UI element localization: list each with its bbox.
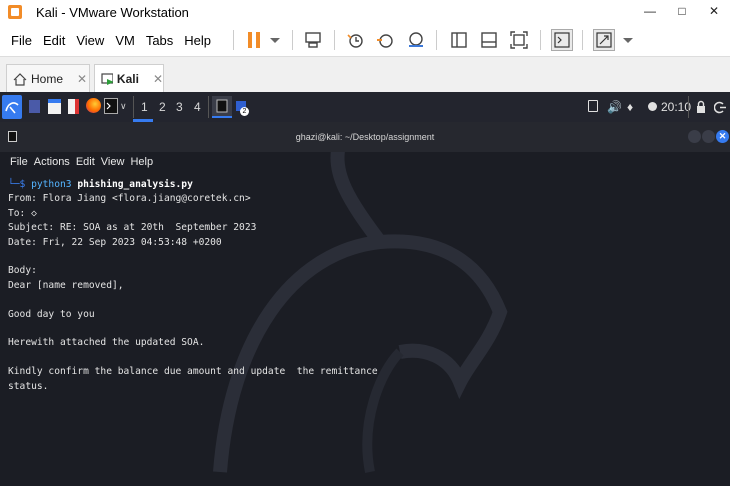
terminal-launcher-icon[interactable] xyxy=(104,98,118,114)
stretch-guest-icon[interactable] xyxy=(593,29,615,51)
kali-top-panel: ∨ 1 2 3 4 2 🔊 ♦ 20:10 xyxy=(0,92,730,122)
terminal-menu-file[interactable]: File xyxy=(10,156,28,168)
window-count-badge: 2 xyxy=(240,107,249,116)
terminal-menu-edit[interactable]: Edit xyxy=(76,156,95,168)
tab-kali[interactable]: Kali ✕ xyxy=(94,64,164,93)
panel-clock[interactable]: 20:10 xyxy=(661,100,691,114)
output-line: Herewith attached the updated SOA. xyxy=(8,337,205,349)
text-editor-icon[interactable] xyxy=(68,99,79,114)
menu-edit[interactable]: Edit xyxy=(43,33,65,48)
volume-icon[interactable]: 🔊 xyxy=(607,100,622,114)
power-status-icon[interactable] xyxy=(648,102,657,111)
terminal-title: ghazi@kali: ~/Desktop/assignment xyxy=(295,132,435,142)
prompt-prefix: └─$ xyxy=(8,179,26,190)
menu-view[interactable]: View xyxy=(76,33,104,48)
terminal-title-bar: ghazi@kali: ~/Desktop/assignment ✕ xyxy=(0,122,730,152)
tab-kali-label: Kali xyxy=(116,72,139,86)
terminal-window: ghazi@kali: ~/Desktop/assignment ✕ File … xyxy=(0,122,730,486)
menu-vm[interactable]: VM xyxy=(115,33,135,48)
output-line: Date: Fri, 22 Sep 2023 04:53:48 +0200 xyxy=(8,236,222,248)
toolbar-separator xyxy=(540,30,541,50)
output-line: Good day to you xyxy=(8,308,95,320)
output-line: Subject: RE: SOA as at 20th September 20… xyxy=(8,222,257,234)
file-manager-icon[interactable] xyxy=(48,99,61,114)
snapshot-manager-icon[interactable] xyxy=(404,29,426,51)
tab-home-label: Home xyxy=(31,72,64,86)
power-dropdown-chevron-icon[interactable] xyxy=(264,29,286,51)
maximize-icon[interactable]: □ xyxy=(666,0,698,24)
vm-tab-strip: Home ✕ Kali ✕ xyxy=(0,56,730,93)
panel-separator xyxy=(688,96,689,118)
send-ctrl-alt-del-icon[interactable] xyxy=(302,29,324,51)
vm-running-icon xyxy=(101,72,113,85)
output-line: From: Flora Jiang <flora.jiang@coretek.c… xyxy=(8,193,251,205)
terminal-menubar: File Actions Edit View Help xyxy=(0,152,730,172)
suspend-icon[interactable] xyxy=(243,29,265,51)
terminal-output[interactable]: └─$ python3 phishing_analysis.py From: F… xyxy=(8,178,378,394)
terminal-menu-actions[interactable]: Actions xyxy=(34,156,70,168)
lock-screen-icon[interactable] xyxy=(695,100,707,117)
screen-icon[interactable] xyxy=(588,100,598,112)
console-view-icon[interactable] xyxy=(551,29,573,51)
vmware-menubar: File Edit View VM Tabs Help xyxy=(0,24,730,56)
terminal-close-icon[interactable]: ✕ xyxy=(716,130,729,143)
toolbar-separator xyxy=(334,30,335,50)
window-title: Kali - VMware Workstation xyxy=(36,4,189,20)
terminal-menu-view[interactable]: View xyxy=(101,156,125,168)
terminal-menu-help[interactable]: Help xyxy=(130,156,153,168)
workspace-3[interactable]: 3 xyxy=(176,100,183,114)
output-line: To: ◇ xyxy=(8,207,37,219)
taskbar-terminal-window[interactable] xyxy=(212,96,232,118)
panel-separator xyxy=(133,96,134,118)
menu-help[interactable]: Help xyxy=(184,33,211,48)
logout-icon[interactable] xyxy=(713,100,726,117)
firefox-icon[interactable] xyxy=(86,98,101,113)
toolbar-separator xyxy=(233,30,234,50)
toolbar-separator xyxy=(436,30,437,50)
minimize-icon[interactable]: — xyxy=(634,0,666,24)
toolbar-separator xyxy=(292,30,293,50)
workspace-1[interactable]: 1 xyxy=(141,100,148,114)
window-controls: — □ ✕ xyxy=(634,0,730,24)
full-screen-icon[interactable] xyxy=(508,29,530,51)
close-icon[interactable]: ✕ xyxy=(698,0,730,24)
view-dropdown-chevron-icon[interactable] xyxy=(617,29,639,51)
output-line: Body: xyxy=(8,265,37,277)
terminal-maximize-icon[interactable] xyxy=(702,130,715,143)
close-tab-kali-icon[interactable]: ✕ xyxy=(153,72,163,86)
revert-snapshot-icon[interactable] xyxy=(374,29,396,51)
launcher-dropdown-chevron-icon[interactable]: ∨ xyxy=(120,101,127,112)
output-line: Kindly confirm the balance due amount an… xyxy=(8,366,378,378)
workspace-4[interactable]: 4 xyxy=(194,100,201,114)
thumbnail-bar-icon[interactable] xyxy=(478,29,500,51)
panel-separator xyxy=(208,96,209,118)
show-desktop-icon[interactable] xyxy=(29,100,40,113)
terminal-minimize-icon[interactable] xyxy=(688,130,701,143)
toolbar-separator xyxy=(582,30,583,50)
take-snapshot-icon[interactable] xyxy=(344,29,366,51)
workspace-2[interactable]: 2 xyxy=(159,100,166,114)
home-icon xyxy=(13,72,27,86)
vmware-title-bar: Kali - VMware Workstation — □ ✕ xyxy=(0,0,730,24)
tab-home[interactable]: Home ✕ xyxy=(6,64,90,93)
menu-tabs[interactable]: Tabs xyxy=(146,33,173,48)
script-name: phishing_analysis.py xyxy=(77,179,193,190)
show-library-icon[interactable] xyxy=(448,29,470,51)
command-text: python3 xyxy=(31,179,72,190)
close-tab-home-icon[interactable]: ✕ xyxy=(77,72,87,86)
notification-bell-icon[interactable]: ♦ xyxy=(627,100,633,114)
vmware-logo-icon xyxy=(8,5,22,19)
output-line: Dear [name removed], xyxy=(8,279,124,291)
kali-menu-icon[interactable] xyxy=(2,95,22,119)
output-line: status. xyxy=(8,380,49,392)
menu-file[interactable]: File xyxy=(11,33,32,48)
